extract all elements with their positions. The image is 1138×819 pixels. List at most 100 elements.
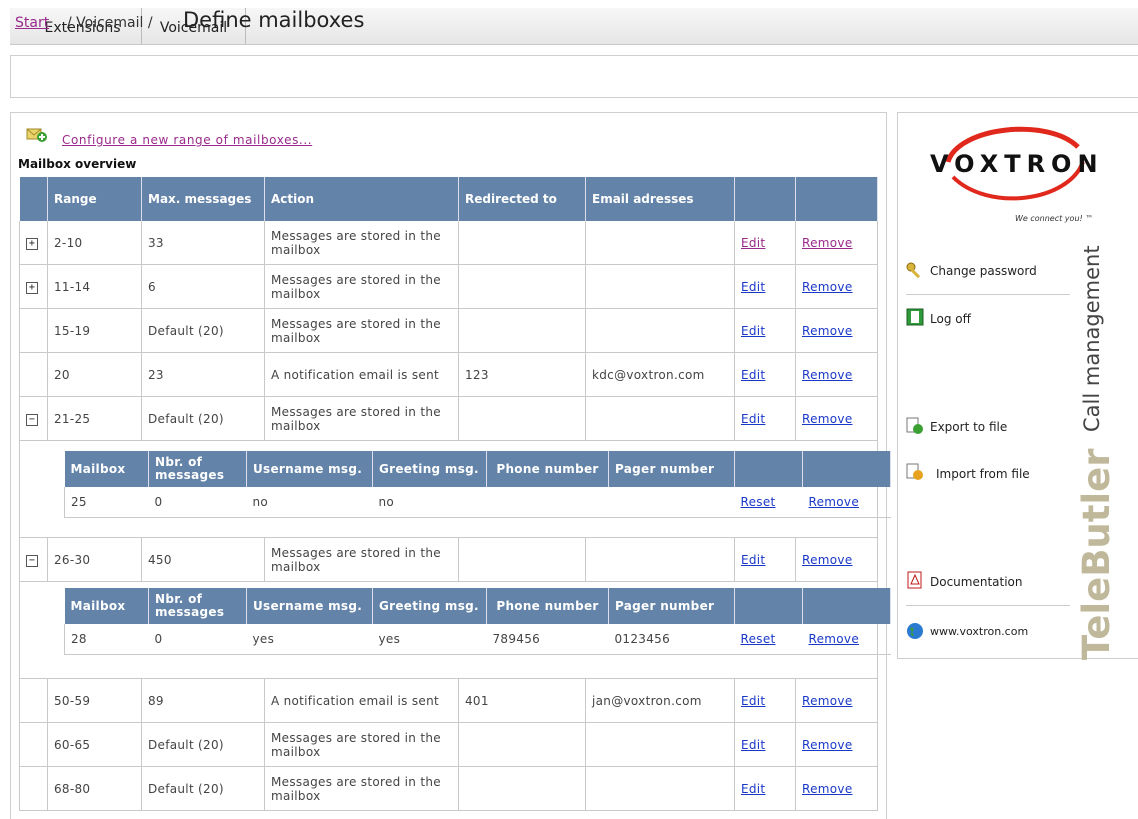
detail-mailbox-header: Mailbox [64, 451, 149, 487]
col-expander-header [19, 177, 48, 221]
max-cell: 6 [141, 264, 265, 309]
detail-mailbox: 25 [64, 487, 149, 518]
edit-link[interactable]: Edit [741, 324, 765, 338]
mailbox-table: Range Max. messages Action Redirected to… [19, 177, 891, 811]
export-icon [906, 417, 923, 434]
breadcrumb-voicemail: / Voicemail / [67, 15, 153, 31]
remove-link[interactable]: Remove [809, 632, 860, 646]
expand-icon[interactable]: + [26, 282, 38, 294]
change-password-link[interactable]: Change password [930, 264, 1037, 278]
expand-icon[interactable]: + [26, 238, 38, 250]
expander-cell [19, 678, 48, 723]
reset-link[interactable]: Reset [741, 632, 776, 646]
documentation-link[interactable]: Documentation [930, 575, 1023, 589]
email-cell: kdc@voxtron.com [585, 352, 735, 397]
edit-cell: Edit [734, 264, 796, 309]
edit-link[interactable]: Edit [741, 738, 765, 752]
edit-cell: Edit [734, 352, 796, 397]
detail-phone-header: Phone number [486, 588, 609, 624]
edit-link[interactable]: Edit [741, 412, 765, 426]
email-cell [585, 722, 735, 767]
logo-tagline: We connect you! ™ [1015, 214, 1094, 223]
range-cell: 2-10 [47, 221, 142, 265]
call-management-brand: Call management [1080, 245, 1104, 432]
action-cell: Messages are stored in the mailbox [264, 396, 459, 441]
remove-link[interactable]: Remove [802, 280, 853, 294]
email-cell [585, 537, 735, 582]
detail-phone-header: Phone number [486, 451, 609, 487]
remove-link[interactable]: Remove [802, 236, 853, 250]
col-redirect-header: Redirected to [458, 177, 586, 221]
import-from-file-link[interactable]: Import from file [936, 467, 1030, 481]
configure-range-link[interactable]: Configure a new range of mailboxes... [62, 133, 312, 147]
detail-username-header: Username msg. [246, 451, 373, 487]
edit-link[interactable]: Edit [741, 368, 765, 382]
log-off-link[interactable]: Log off [930, 312, 971, 326]
sidebar-divider [906, 294, 1070, 295]
range-cell: 68-80 [47, 766, 142, 811]
detail-count: 0 [148, 624, 247, 655]
edit-cell: Edit [734, 221, 796, 265]
detail-count: 0 [148, 487, 247, 518]
detail-remove-header [802, 451, 891, 487]
table-row: − 26-30 450 Messages are stored in the m… [19, 537, 878, 582]
action-cell: Messages are stored in the mailbox [264, 221, 459, 265]
edit-link[interactable]: Edit [741, 553, 765, 567]
action-cell: Messages are stored in the mailbox [264, 766, 459, 811]
remove-link[interactable]: Remove [802, 782, 853, 796]
detail-reset-header [734, 588, 803, 624]
edit-cell: Edit [734, 722, 796, 767]
reset-link[interactable]: Reset [741, 495, 776, 509]
range-cell: 15-19 [47, 308, 142, 353]
remove-link[interactable]: Remove [802, 553, 853, 567]
range-cell: 11-14 [47, 264, 142, 309]
remove-link[interactable]: Remove [802, 368, 853, 382]
edit-link[interactable]: Edit [741, 280, 765, 294]
website-link[interactable]: www.voxtron.com [930, 625, 1028, 638]
edit-link[interactable]: Edit [741, 236, 765, 250]
email-cell [585, 221, 735, 265]
detail-pager-header: Pager number [608, 588, 735, 624]
globe-icon [907, 623, 923, 639]
export-to-file-link[interactable]: Export to file [930, 420, 1007, 434]
remove-link[interactable]: Remove [802, 412, 853, 426]
col-email-header: Email adresses [585, 177, 735, 221]
expander-cell [19, 766, 48, 811]
expander-cell [19, 352, 48, 397]
mailbox-detail-wrap: Mailbox Nbr. of messages Username msg. G… [20, 441, 891, 537]
email-cell [585, 264, 735, 309]
range-cell: 20 [47, 352, 142, 397]
action-cell: Messages are stored in the mailbox [264, 722, 459, 767]
breadcrumb-start-link[interactable]: Start [15, 15, 49, 31]
edit-link[interactable]: Edit [741, 782, 765, 796]
range-cell: 60-65 [47, 722, 142, 767]
add-mailbox-icon[interactable] [26, 127, 48, 143]
detail-reset-cell: Reset [734, 624, 803, 655]
action-cell: A notification email is sent [264, 678, 459, 723]
remove-link[interactable]: Remove [809, 495, 860, 509]
max-cell: 33 [141, 221, 265, 265]
sidebar-divider [906, 605, 1070, 606]
detail-remove-cell: Remove [802, 624, 891, 655]
edit-link[interactable]: Edit [741, 694, 765, 708]
email-cell: jan@voxtron.com [585, 678, 735, 723]
max-cell: 450 [141, 537, 265, 582]
table-row: − 21-25 Default (20) Messages are stored… [19, 396, 878, 441]
detail-remove-header [802, 588, 891, 624]
redirect-cell [458, 221, 586, 265]
detail-count-header: Nbr. of messages [148, 451, 247, 487]
remove-cell: Remove [795, 264, 878, 309]
detail-header-row: Mailbox Nbr. of messages Username msg. G… [64, 451, 891, 487]
remove-link[interactable]: Remove [802, 738, 853, 752]
col-edit-header [734, 177, 796, 221]
remove-link[interactable]: Remove [802, 324, 853, 338]
detail-username-header: Username msg. [246, 588, 373, 624]
edit-cell: Edit [734, 396, 796, 441]
collapse-icon[interactable]: − [26, 555, 38, 567]
expander-cell: − [19, 537, 48, 582]
detail-reset-header [734, 451, 803, 487]
collapse-icon[interactable]: − [26, 414, 38, 426]
col-max-header: Max. messages [141, 177, 265, 221]
remove-link[interactable]: Remove [802, 694, 853, 708]
table-row: + 2-10 33 Messages are stored in the mai… [19, 221, 878, 265]
